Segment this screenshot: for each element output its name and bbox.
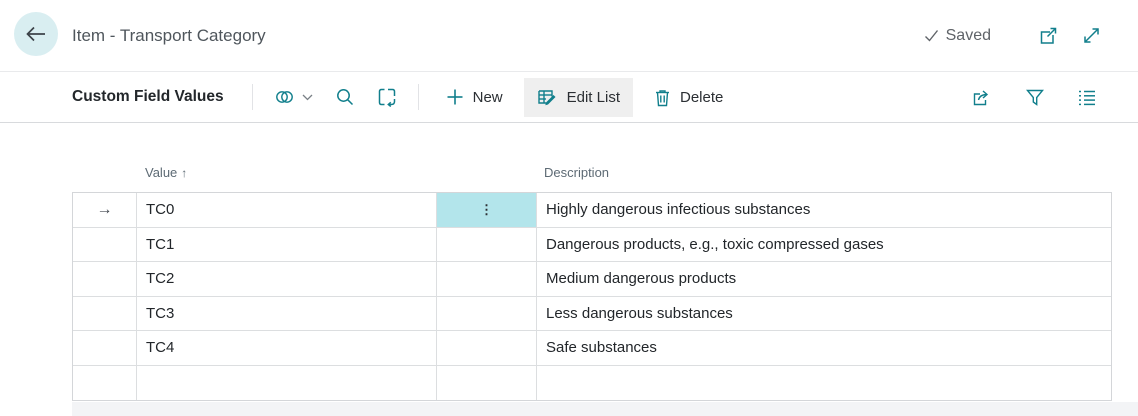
cell-menu[interactable] [437, 262, 537, 297]
current-row-arrow-icon: → [97, 201, 113, 219]
ellipsis-icon: ⋮ [480, 203, 493, 216]
edit-list-button[interactable]: Edit List [524, 78, 633, 117]
table-row: TC4 Safe substances [73, 331, 1111, 366]
search-icon [335, 87, 355, 107]
description-cell[interactable]: Highly dangerous infectious substances [537, 193, 1111, 228]
share-button[interactable] [960, 80, 1004, 114]
filter-button[interactable] [1014, 81, 1056, 114]
plus-icon [446, 88, 464, 106]
table-row: TC1 Dangerous products, e.g., toxic comp… [73, 228, 1111, 263]
new-button[interactable]: New [433, 78, 516, 116]
cell-menu[interactable] [437, 297, 537, 332]
row-selector-cell[interactable] [73, 262, 137, 297]
analyze-button[interactable] [366, 80, 408, 114]
row-selector-cell[interactable] [73, 331, 137, 366]
delete-button[interactable]: Delete [641, 78, 736, 117]
custom-field-values-grid: → TC0 ⋮ Highly dangerous infectious subs… [72, 192, 1112, 401]
column-header-description[interactable]: Description [544, 165, 609, 180]
horizontal-scrollbar[interactable] [72, 402, 1138, 416]
cell-menu[interactable] [437, 366, 537, 401]
row-selector-cell[interactable] [73, 297, 137, 332]
description-cell[interactable]: Less dangerous substances [537, 297, 1111, 332]
row-selector-cell[interactable]: → [73, 193, 137, 228]
page-title: Item - Transport Category [72, 0, 266, 71]
table-row-empty [73, 366, 1111, 401]
list-menu-icon [1077, 89, 1097, 106]
cell-menu[interactable] [437, 331, 537, 366]
description-cell[interactable] [537, 366, 1111, 401]
search-button[interactable] [324, 80, 366, 114]
open-in-window-icon [1037, 25, 1059, 47]
column-header-value[interactable]: Value ↑ [145, 165, 187, 180]
views-button[interactable] [263, 80, 324, 114]
sort-ascending-icon: ↑ [181, 166, 187, 180]
share-icon [971, 87, 993, 107]
cell-menu[interactable]: ⋮ [437, 193, 537, 228]
back-button[interactable] [14, 12, 58, 56]
description-cell[interactable]: Safe substances [537, 331, 1111, 366]
table-row: TC3 Less dangerous substances [73, 297, 1111, 332]
value-cell[interactable] [137, 366, 437, 401]
value-cell[interactable]: TC0 [137, 193, 437, 228]
description-cell[interactable]: Dangerous products, e.g., toxic compress… [537, 228, 1111, 263]
expand-button[interactable] [1081, 25, 1102, 46]
page-caption: Custom Field Values [72, 88, 224, 106]
row-selector-cell[interactable] [73, 228, 137, 263]
column-captions: Value ↑ Description [72, 160, 1112, 190]
table-row: → TC0 ⋮ Highly dangerous infectious subs… [73, 193, 1111, 228]
page: Item - Transport Category Saved [0, 0, 1138, 416]
value-cell[interactable]: TC3 [137, 297, 437, 332]
menu-button[interactable] [1066, 82, 1108, 113]
description-cell[interactable]: Medium dangerous products [537, 262, 1111, 297]
edit-list-icon [537, 88, 558, 107]
open-in-window-button[interactable] [1037, 25, 1059, 47]
chevron-down-icon [302, 94, 313, 101]
views-icon [274, 87, 297, 107]
cell-menu[interactable] [437, 228, 537, 263]
expand-diagonal-icon [1081, 25, 1102, 46]
divider [418, 84, 419, 110]
value-cell[interactable]: TC2 [137, 262, 437, 297]
divider [252, 84, 253, 110]
value-cell[interactable]: TC4 [137, 331, 437, 366]
table-row: TC2 Medium dangerous products [73, 262, 1111, 297]
trash-icon [654, 88, 671, 107]
save-status: Saved [924, 27, 991, 45]
value-cell[interactable]: TC1 [137, 228, 437, 263]
back-arrow-icon [23, 23, 49, 45]
analyze-icon [377, 87, 397, 107]
filter-funnel-icon [1025, 88, 1045, 107]
row-selector-cell[interactable] [73, 366, 137, 401]
check-icon [924, 29, 939, 43]
action-bar: Custom Field Values [0, 71, 1138, 123]
